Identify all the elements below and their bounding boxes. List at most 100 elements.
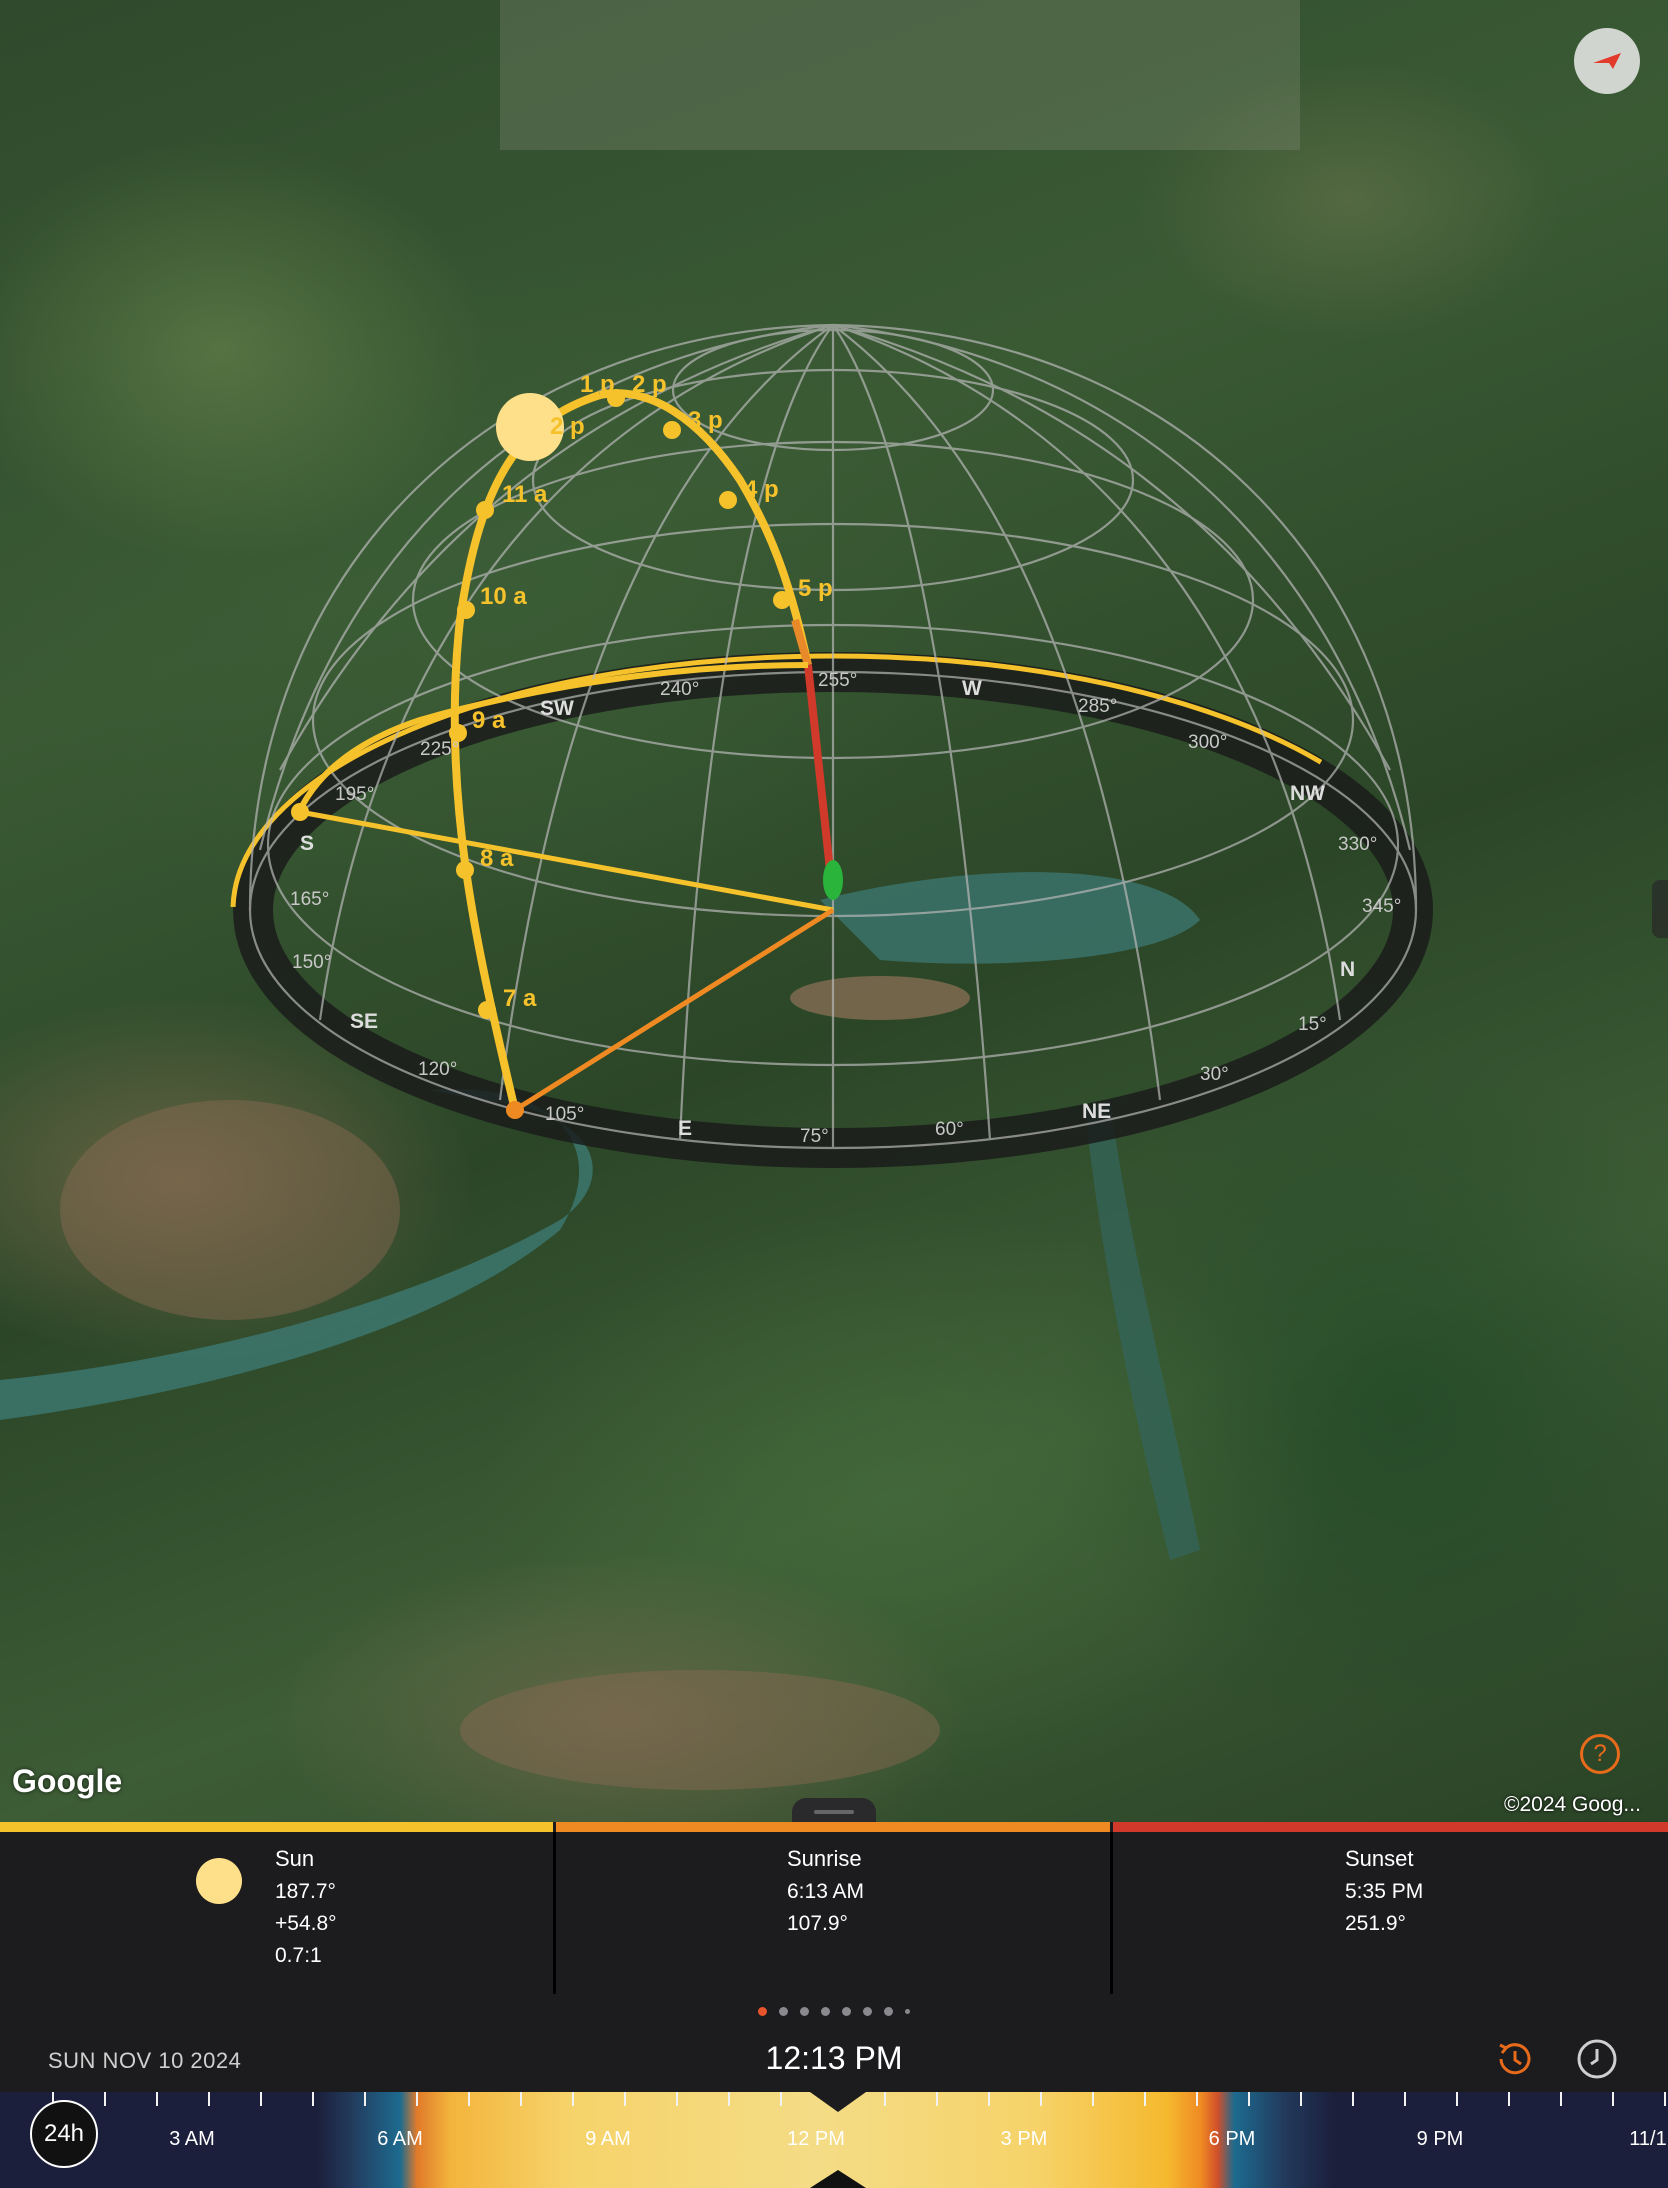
compass-direction-label: NW [1290, 782, 1325, 805]
timeline-hour-label: 9 PM [1416, 2128, 1464, 2150]
degree-label: 345° [1362, 896, 1401, 917]
hour-label: 2 p [632, 371, 667, 398]
hour-label: 9 a [472, 707, 506, 734]
sun-title: Sun [275, 1846, 315, 1871]
sunrise-title: Sunrise [787, 1846, 862, 1871]
timeline-hour-label: 3 AM [169, 2128, 215, 2150]
degree-label: 330° [1338, 834, 1377, 855]
time-pointer-bottom [810, 2170, 866, 2188]
map-copyright[interactable]: ©2024 Goog... [1504, 1793, 1641, 1817]
time-label[interactable]: 12:13 PM [0, 2040, 1668, 2077]
sun-color-bar [0, 1822, 553, 1832]
degree-label: 15° [1298, 1014, 1327, 1035]
timeline-tick [364, 2092, 366, 2106]
timeline-tick [1092, 2092, 1094, 2106]
degree-label: 150° [292, 952, 331, 973]
timeline-tick [988, 2092, 990, 2106]
sunrise-info-card[interactable]: Sunrise 6:13 AM 107.9° [556, 1832, 1110, 1994]
timeline-tick [1300, 2092, 1302, 2106]
compass-direction-label: SE [350, 1010, 378, 1033]
timeline-tick [520, 2092, 522, 2106]
sun-path-dome: 1 p 2 p 2 p 3 p 4 p 5 p 11 a 10 a 9 a 8 … [0, 0, 1436, 1790]
sunset-time: 5:35 PM [1345, 1880, 1424, 1903]
page-indicator[interactable] [0, 2006, 1668, 2018]
timeline-hour-label: 6 AM [377, 2128, 423, 2150]
compass-orientation-button[interactable] [1574, 28, 1640, 94]
sun-icon [196, 1858, 242, 1904]
sunrise-azimuth: 107.9° [787, 1912, 848, 1935]
degree-label: 75° [800, 1126, 829, 1147]
hour-label: 10 a [480, 583, 527, 610]
timeline-tick [1196, 2092, 1198, 2106]
hour-label: 3 p [688, 407, 723, 434]
timeline-tick [1352, 2092, 1354, 2106]
degree-label: 240° [660, 679, 699, 700]
page-dot[interactable] [884, 2007, 893, 2016]
sunset-azimuth: 251.9° [1345, 1912, 1406, 1935]
info-panel: Sun 187.7° +54.8° 0.7:1 Sunrise 6:13 AM … [0, 1822, 1668, 1994]
timeline-hour-label: 12 PM [787, 2128, 845, 2150]
degree-label: 105° [545, 1104, 584, 1125]
sun-info-card[interactable]: Sun 187.7° +54.8° 0.7:1 [0, 1832, 553, 1994]
sunset-info-card[interactable]: Sunset 5:35 PM 251.9° [1113, 1832, 1668, 1994]
compass-direction-label: E [678, 1117, 692, 1140]
clock-icon [1577, 2039, 1617, 2079]
sunrise-time: 6:13 AM [787, 1880, 865, 1903]
hour-label: 8 a [480, 845, 514, 872]
page-dot[interactable] [863, 2007, 872, 2016]
timeline-tick [780, 2092, 782, 2106]
help-icon: ? [1593, 1740, 1607, 1767]
degree-label: 225° [420, 739, 459, 760]
degree-label: 300° [1188, 732, 1227, 753]
timeline-tick [312, 2092, 314, 2106]
timeline-hour-label: 3 PM [1000, 2128, 1048, 2150]
timeline-tick [728, 2092, 730, 2106]
page-dot[interactable] [758, 2007, 767, 2016]
compass-direction-label: N [1340, 958, 1355, 981]
hour-label: 1 p [580, 371, 615, 398]
help-button[interactable]: ? [1580, 1734, 1620, 1774]
hour-label: 4 p [744, 476, 779, 503]
timeline-tick [416, 2092, 418, 2106]
time-range-button[interactable]: 24h [30, 2100, 98, 2168]
timeline-tick [1508, 2092, 1510, 2106]
sun-shadow-ratio: 0.7:1 [275, 1944, 322, 1967]
hour-label: 11 a [502, 481, 548, 508]
page-dot[interactable] [905, 2009, 910, 2014]
compass-direction-label: W [962, 677, 982, 700]
time-history-button[interactable] [1492, 2036, 1538, 2082]
panel-drag-handle[interactable] [792, 1798, 876, 1822]
page-dot[interactable] [821, 2007, 830, 2016]
timeline-tick [1456, 2092, 1458, 2106]
page-dot[interactable] [800, 2007, 809, 2016]
sunset-color-bar [1113, 1822, 1668, 1832]
timeline-tick [156, 2092, 158, 2106]
clock-history-icon [1499, 2043, 1531, 2075]
timeline-tick [884, 2092, 886, 2106]
compass-direction-label: NE [1082, 1100, 1111, 1123]
sunrise-color-bar [556, 1822, 1110, 1832]
compass-direction-label: SW [540, 697, 574, 720]
satellite-map-view[interactable]: 1 p 2 p 2 p 3 p 4 p 5 p 11 a 10 a 9 a 8 … [0, 0, 1668, 1822]
page-dot[interactable] [842, 2007, 851, 2016]
degree-label: 165° [290, 889, 329, 910]
sun-azimuth: 187.7° [275, 1880, 336, 1903]
timeline-tick [676, 2092, 678, 2106]
timeline-tick [1664, 2092, 1666, 2106]
compass-direction-label: S [300, 832, 314, 855]
degree-label: 255° [818, 670, 857, 691]
degree-label: 195° [335, 784, 374, 805]
hour-label: 5 p [798, 575, 833, 602]
timeline-tick [936, 2092, 938, 2106]
side-drawer-tab[interactable] [1652, 880, 1668, 938]
sunset-title: Sunset [1345, 1846, 1414, 1871]
hour-label: 2 p [550, 413, 585, 440]
timeline-tick [468, 2092, 470, 2106]
compass-arrow-icon [1593, 53, 1621, 69]
time-pointer-top [810, 2092, 866, 2112]
timeline-hour-label: 9 AM [585, 2128, 631, 2150]
timeline-tick [1040, 2092, 1042, 2106]
page-dot[interactable] [779, 2007, 788, 2016]
current-time-button[interactable] [1574, 2036, 1620, 2082]
timeline-tick [1144, 2092, 1146, 2106]
